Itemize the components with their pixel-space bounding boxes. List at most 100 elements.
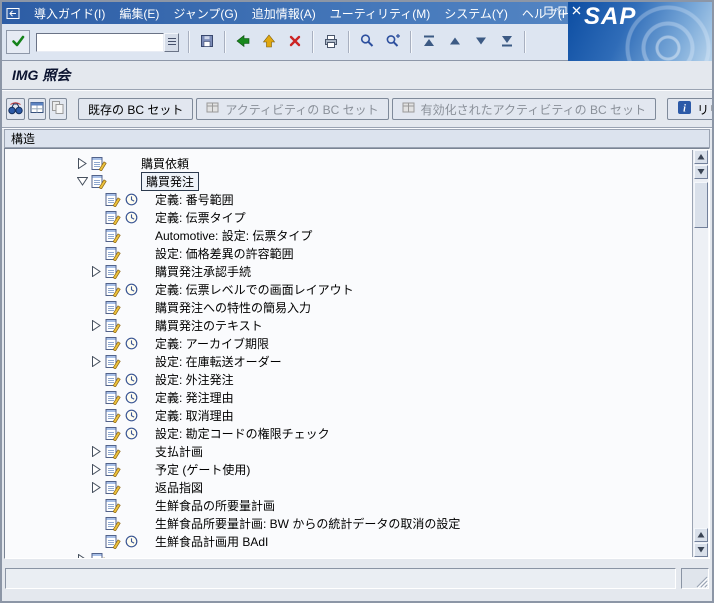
tree-row[interactable] [5, 550, 692, 558]
tree-node-label[interactable]: 購買発注のテキスト [155, 317, 263, 334]
tree-node-label[interactable]: 生鮮食品計画用 BAdI [155, 533, 268, 550]
tree-node-label[interactable]: 定義: 伝票レベルでの画面レイアウト [155, 281, 354, 298]
tree-node-label[interactable]: 設定: 価格差異の許容範囲 [155, 245, 294, 262]
tree-row[interactable]: Automotive: 設定: 伝票タイプ [5, 226, 692, 244]
tree-node-label[interactable]: 生鮮食品所要量計画: BW からの統計データの取消の設定 [155, 515, 460, 532]
menu-item[interactable]: 追加情報(A) [245, 2, 323, 25]
tree-node-label[interactable]: 定義: 番号範囲 [155, 191, 234, 208]
tree-row[interactable]: 購買発注 [5, 171, 692, 191]
exit-button[interactable] [257, 30, 281, 54]
img-activity-icon[interactable] [105, 372, 125, 387]
img-activity-icon[interactable] [105, 354, 125, 369]
resize-grip[interactable] [681, 568, 709, 589]
print-button[interactable] [319, 30, 343, 54]
expand-icon[interactable] [87, 319, 105, 331]
img-activity-icon[interactable] [105, 408, 125, 423]
scroll-down-button-top[interactable] [694, 165, 708, 179]
enter-button[interactable] [6, 30, 30, 54]
command-history-button[interactable] [164, 32, 179, 52]
menu-item[interactable]: 編集(E) [112, 2, 166, 25]
img-activity-icon[interactable] [105, 264, 125, 279]
maximize-button[interactable] [557, 5, 567, 15]
tree-node-label[interactable]: 予定 (ゲート使用) [155, 461, 250, 478]
img-activity-icon[interactable] [105, 192, 125, 207]
page-up-button[interactable] [443, 30, 467, 54]
tree-node-label[interactable]: 購買発注 [141, 171, 200, 191]
menu-item[interactable]: システム(Y) [437, 2, 515, 25]
find-next-button[interactable] [381, 30, 405, 54]
command-field[interactable] [36, 32, 164, 52]
menu-item[interactable]: ジャンプ(G) [166, 2, 244, 25]
img-activity-icon[interactable] [105, 480, 125, 495]
tree-node-label[interactable]: Automotive: 設定: 伝票タイプ [155, 227, 312, 244]
menu-item[interactable]: 導入ガイド(I) [27, 2, 112, 25]
tree-row[interactable]: 設定: 勘定コードの権限チェック [5, 424, 692, 442]
tree-row[interactable]: 返品指図 [5, 478, 692, 496]
expand-icon[interactable] [87, 445, 105, 457]
tree-node-label[interactable]: 購買依頼 [141, 155, 189, 172]
img-activity-icon[interactable] [105, 300, 125, 315]
tree-node-label[interactable]: 定義: 発注理由 [155, 389, 234, 406]
tree-row[interactable]: 設定: 外注発注 [5, 370, 692, 388]
img-activity-icon[interactable] [105, 228, 125, 243]
expand-icon[interactable] [87, 355, 105, 367]
img-activity-icon[interactable] [91, 174, 111, 189]
save-button[interactable] [195, 30, 219, 54]
img-activity-icon[interactable] [91, 156, 111, 171]
collapse-icon[interactable] [73, 176, 91, 186]
img-activity-icon[interactable] [105, 498, 125, 513]
tree-row[interactable]: 定義: 取消理由 [5, 406, 692, 424]
tree-row[interactable]: 予定 (ゲート使用) [5, 460, 692, 478]
tree-node-label[interactable]: 定義: 伝票タイプ [155, 209, 246, 226]
img-activity-icon[interactable] [105, 246, 125, 261]
tree-row[interactable]: 支払計画 [5, 442, 692, 460]
cancel-button[interactable] [283, 30, 307, 54]
page-down-button[interactable] [469, 30, 493, 54]
img-activity-icon[interactable] [105, 516, 125, 531]
tree-row[interactable]: 定義: 番号範囲 [5, 190, 692, 208]
tree-node-label[interactable]: 購買発注への特性の簡易入力 [155, 299, 311, 316]
tree-row[interactable]: 購買依頼 [5, 154, 692, 172]
existing-bc-sets-button[interactable]: 既存の BC セット [78, 98, 194, 120]
copy-button[interactable] [49, 98, 67, 120]
img-activity-icon[interactable] [105, 444, 125, 459]
find-button[interactable] [355, 30, 379, 54]
expand-icon[interactable] [73, 157, 91, 169]
last-page-button[interactable] [495, 30, 519, 54]
first-page-button[interactable] [417, 30, 441, 54]
img-activity-icon[interactable] [105, 318, 125, 333]
img-activity-icon[interactable] [105, 336, 125, 351]
img-activity-icon[interactable] [91, 552, 111, 558]
tree-row[interactable]: 定義: 発注理由 [5, 388, 692, 406]
tree-node-label[interactable]: 支払計画 [155, 443, 203, 460]
img-activity-icon[interactable] [105, 426, 125, 441]
tree-row[interactable]: 生鮮食品の所要量計画 [5, 496, 692, 514]
close-button[interactable] [571, 5, 581, 15]
scroll-up-button-bottom[interactable] [694, 528, 708, 542]
scroll-down-button[interactable] [694, 543, 708, 557]
tree-row[interactable]: 設定: 価格差異の許容範囲 [5, 244, 692, 262]
tree-row[interactable]: 生鮮食品計画用 BAdI [5, 532, 692, 550]
tree-node-label[interactable]: 設定: 外注発注 [155, 371, 234, 388]
tree-row[interactable]: 購買発注のテキスト [5, 316, 692, 334]
expand-icon[interactable] [87, 481, 105, 493]
tree-node-label[interactable]: 返品指図 [155, 479, 203, 496]
tree-row[interactable]: 購買発注への特性の簡易入力 [5, 298, 692, 316]
tree-row[interactable]: 設定: 在庫転送オーダー [5, 352, 692, 370]
scroll-thumb[interactable] [694, 182, 708, 228]
activated-bc-sets-button[interactable]: 有効化されたアクティビティの BC セット [391, 98, 656, 120]
expand-icon[interactable] [73, 553, 91, 558]
tree-node-label[interactable]: 購買発注承認手続 [155, 263, 251, 280]
tree-node-label[interactable]: 定義: 取消理由 [155, 407, 234, 424]
tree-row[interactable]: 定義: アーカイブ期限 [5, 334, 692, 352]
minimize-button[interactable] [543, 5, 553, 15]
tree-row[interactable]: 購買発注承認手続 [5, 262, 692, 280]
tree-row[interactable]: 定義: 伝票レベルでの画面レイアウト [5, 280, 692, 298]
img-activity-icon[interactable] [105, 282, 125, 297]
tree-row[interactable]: 生鮮食品所要量計画: BW からの統計データの取消の設定 [5, 514, 692, 532]
img-activity-icon[interactable] [105, 462, 125, 477]
tree-node-label[interactable]: 設定: 在庫転送オーダー [155, 353, 282, 370]
find-node-button[interactable] [6, 98, 25, 120]
vertical-scrollbar[interactable] [692, 150, 708, 557]
release-notes-button[interactable]: i リリースノート [666, 98, 712, 120]
